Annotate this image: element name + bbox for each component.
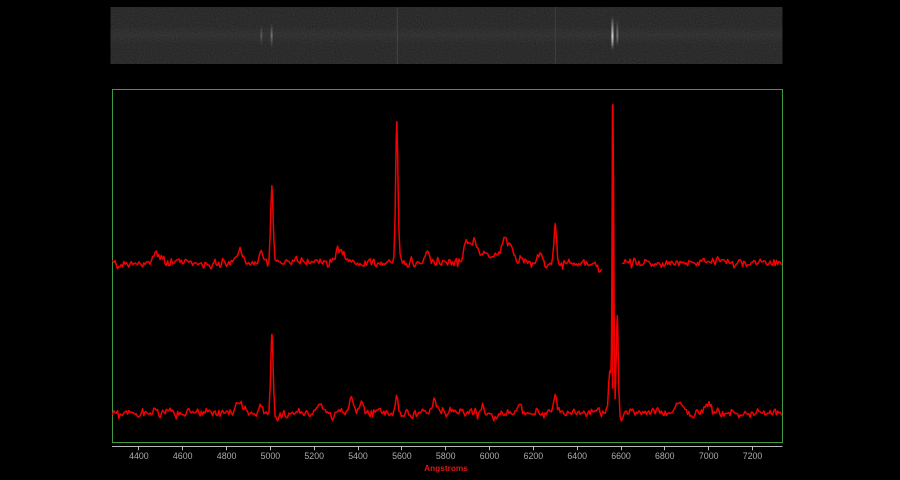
svg-text:5000: 5000 <box>261 451 281 461</box>
svg-text:6600: 6600 <box>611 451 631 461</box>
svg-text:5400: 5400 <box>348 451 368 461</box>
svg-text:6200: 6200 <box>524 451 544 461</box>
svg-text:6000: 6000 <box>480 451 500 461</box>
svg-text:4800: 4800 <box>217 451 237 461</box>
svg-text:5800: 5800 <box>436 451 456 461</box>
svg-text:5200: 5200 <box>304 451 324 461</box>
svg-text:4600: 4600 <box>173 451 193 461</box>
svg-text:7200: 7200 <box>743 451 763 461</box>
svg-text:7000: 7000 <box>699 451 719 461</box>
svg-text:4400: 4400 <box>129 451 149 461</box>
svg-text:Angstroms: Angstroms <box>424 463 468 473</box>
svg-text:6800: 6800 <box>655 451 675 461</box>
svg-text:5600: 5600 <box>392 451 412 461</box>
svg-text:6400: 6400 <box>567 451 587 461</box>
